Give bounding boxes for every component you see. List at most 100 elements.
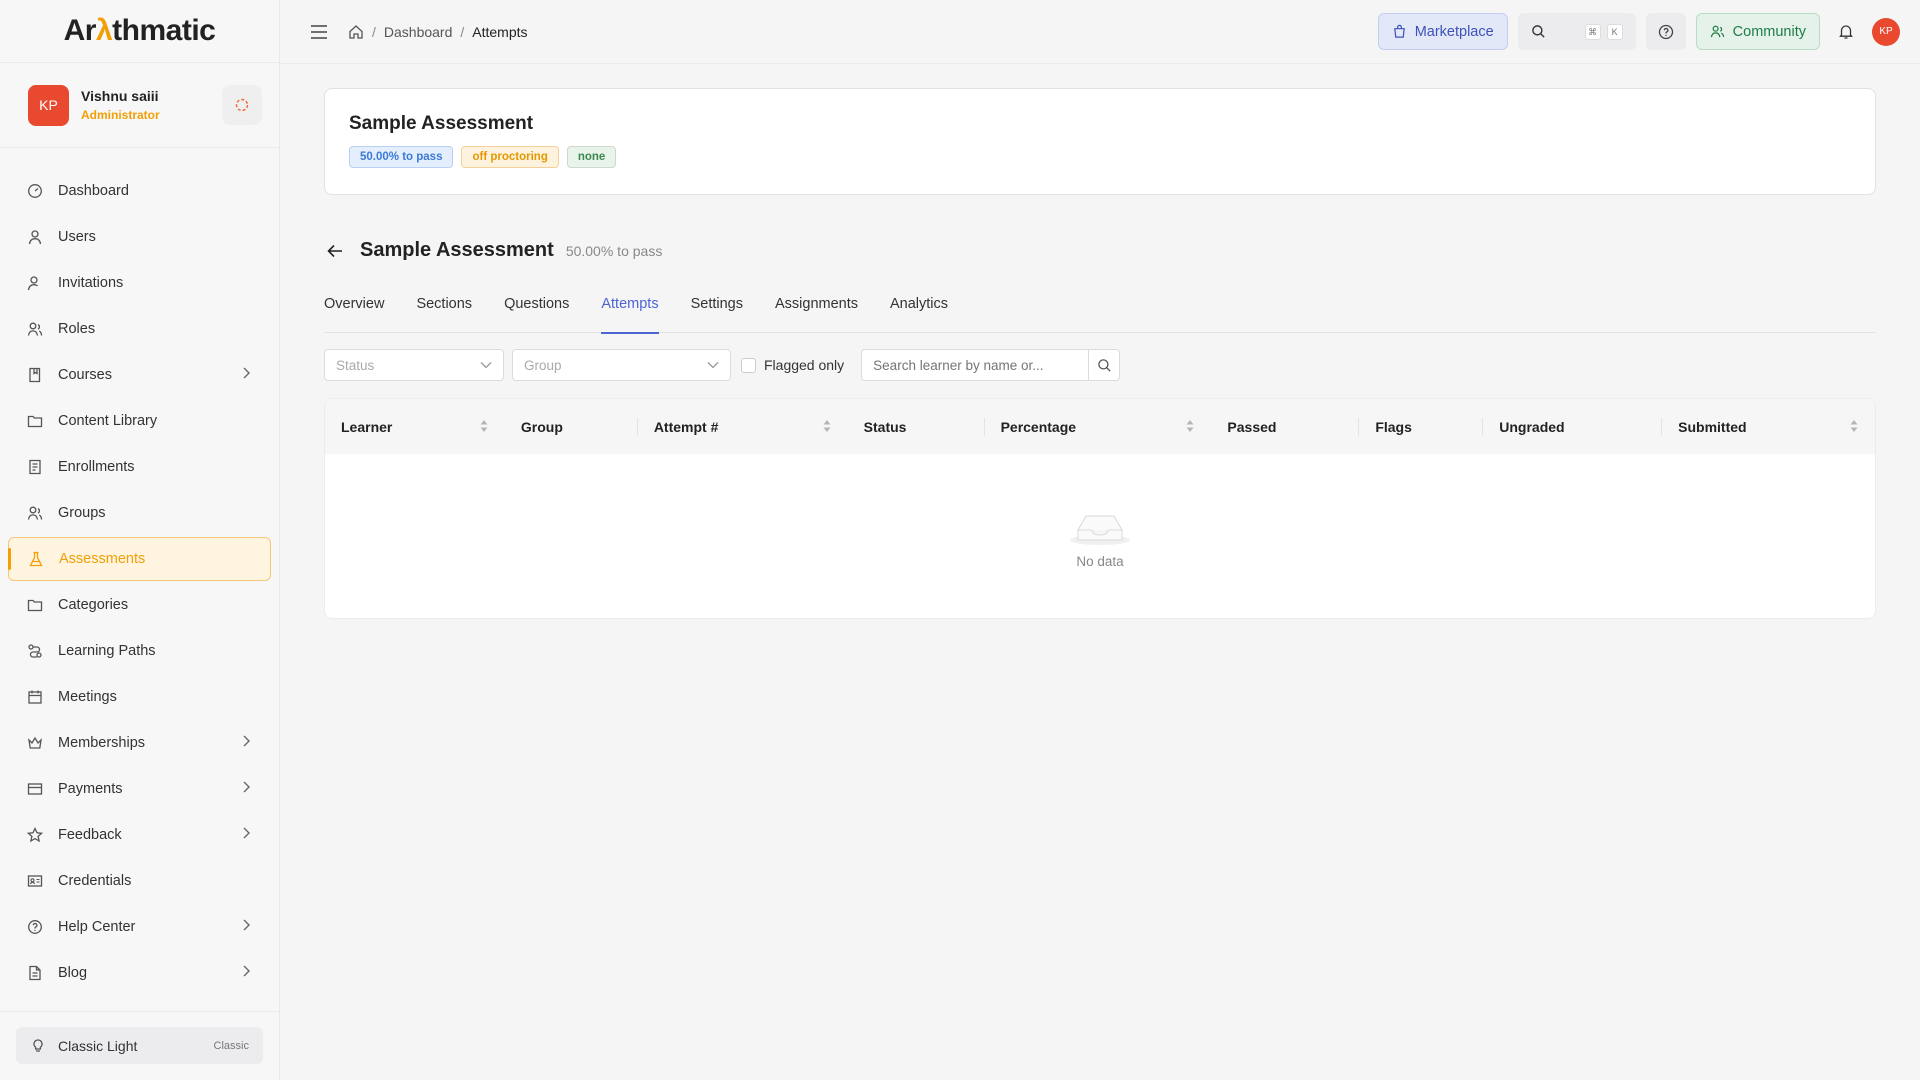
sync-button[interactable] [222,85,262,125]
kbd-command: ⌘ [1584,23,1601,40]
sync-icon [235,98,249,112]
tab-sections[interactable]: Sections [416,296,472,333]
group-icon [26,504,44,522]
user-role: Administrator [81,108,160,122]
tab-assignments[interactable]: Assignments [775,296,858,333]
sort-icon[interactable] [822,418,832,437]
empty-state: No data [325,454,1875,618]
sidebar-item-feedback[interactable]: Feedback [8,813,271,857]
group-filter-select[interactable]: Group [512,349,731,381]
book-icon [26,366,44,384]
menu-toggle-button[interactable] [308,21,330,43]
sidebar-item-payments[interactable]: Payments [8,767,271,811]
sidebar-item-label: Categories [58,597,129,613]
hamburger-icon [311,24,327,39]
page-title: Sample Assessment [360,239,554,261]
user-avatar[interactable]: KP [28,84,69,126]
column-header-label: Group [520,418,563,435]
card-icon [26,780,44,798]
chevron-right-icon [239,734,253,752]
sidebar-item-assessments[interactable]: Assessments [8,537,271,581]
chevron-right-icon [239,964,253,982]
column-header-group: Group [505,399,638,454]
sidebar-item-label: Dashboard [58,183,129,199]
sidebar-item-dashboard[interactable]: Dashboard [8,169,271,213]
bell-icon [1839,25,1853,39]
sidebar-item-label: Learning Paths [58,643,156,659]
breadcrumb-dashboard[interactable]: Dashboard [384,24,453,40]
sidebar-item-label: Payments [58,781,123,797]
sidebar-item-memberships[interactable]: Memberships [8,721,271,765]
sidebar-item-label: Memberships [58,735,146,751]
sidebar-item-users[interactable]: Users [8,215,271,259]
theme-label: Classic Light [58,1037,138,1054]
sidebar-item-blog[interactable]: Blog [8,951,271,995]
community-button[interactable]: Community [1695,13,1820,50]
sidebar-item-courses[interactable]: Courses [8,353,271,397]
sidebar-item-label: Help Center [58,919,136,935]
notifications-button[interactable] [1830,13,1862,50]
flagged-only-toggle[interactable]: Flagged only [741,357,844,373]
calendar-icon [26,688,44,706]
breadcrumb-separator: / [460,23,465,40]
flagged-only-checkbox[interactable] [741,357,756,373]
sidebar-item-content-library[interactable]: Content Library [8,399,271,443]
column-header-attempt[interactable]: Attempt # [638,399,848,454]
sidebar-item-help-center[interactable]: Help Center [8,905,271,949]
sidebar-item-label: Credentials [58,873,132,889]
app-logo[interactable]: Ar λ thmatic [0,0,279,63]
dashboard-icon [26,182,44,200]
global-search-button[interactable]: ⌘ K [1517,13,1636,50]
sort-icon[interactable] [479,418,489,437]
column-header-label: Submitted [1678,418,1747,435]
roles-icon [26,320,44,338]
marketplace-button[interactable]: Marketplace [1377,13,1508,50]
sidebar-item-groups[interactable]: Groups [8,491,271,535]
sidebar-item-categories[interactable]: Categories [8,583,271,627]
id-card-icon [26,872,44,890]
summary-title: Sample Assessment [349,113,534,134]
tab-analytics[interactable]: Analytics [890,296,948,333]
tab-settings[interactable]: Settings [691,296,743,333]
learner-search-input[interactable] [861,349,1089,381]
column-header-label: Attempt # [653,418,719,435]
help-button[interactable] [1645,13,1686,50]
column-header-percentage[interactable]: Percentage [985,399,1212,454]
sidebar-item-roles[interactable]: Roles [8,307,271,351]
home-icon[interactable] [348,24,364,40]
search-icon [1531,25,1545,38]
sidebar-item-learning-paths[interactable]: Learning Paths [8,629,271,673]
crown-icon [26,734,44,752]
column-header-passed: Passed [1211,399,1360,454]
community-label: Community [1732,23,1806,40]
attempts-table: Learner Group Attempt # Status Percentage Pas… [324,398,1876,619]
tab-questions[interactable]: Questions [504,296,569,333]
back-button[interactable] [324,240,346,262]
empty-inbox-icon [1070,515,1130,545]
sort-icon[interactable] [1185,418,1195,437]
lightbulb-icon [33,1038,43,1052]
arrow-left-icon [327,244,342,257]
sidebar-item-invitations[interactable]: Invitations [8,261,271,305]
learner-search-button[interactable] [1088,349,1121,381]
sidebar-item-meetings[interactable]: Meetings [8,675,271,719]
column-header-learner[interactable]: Learner [325,399,505,454]
chevron-right-icon [239,826,253,844]
sidebar-item-credentials[interactable]: Credentials [8,859,271,903]
document-icon [26,964,44,982]
theme-switcher[interactable]: Classic Light Classic [16,1027,263,1064]
logo-text-accent: λ [95,14,113,47]
sidebar-item-label: Meetings [58,689,117,705]
tab-attempts[interactable]: Attempts [601,296,659,334]
column-header-submitted[interactable]: Submitted [1662,399,1875,454]
sidebar-item-enrollments[interactable]: Enrollments [8,445,271,489]
user-plus-icon [26,274,44,292]
status-filter-select[interactable]: Status [324,349,504,381]
learner-search [861,349,1121,381]
sidebar-item-label: Assessments [59,551,146,567]
column-header-status: Status [848,399,985,454]
tab-overview[interactable]: Overview [324,296,384,333]
sort-icon[interactable] [1849,418,1859,437]
header-avatar[interactable]: KP [1872,17,1900,46]
sidebar-item-label: Users [58,229,96,245]
